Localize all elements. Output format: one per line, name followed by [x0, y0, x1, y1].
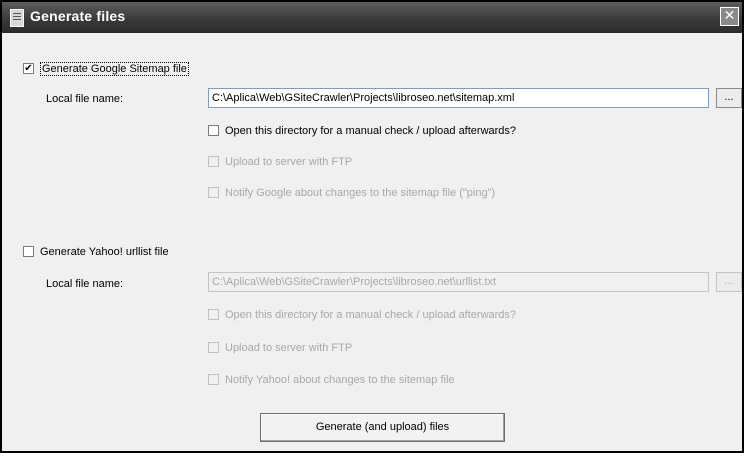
document-icon [10, 9, 24, 27]
google-notify-option: Notify Google about changes to the sitem… [208, 186, 496, 200]
yahoo-ftp-label: Upload to server with FTP [225, 342, 353, 355]
title-bar[interactable]: Generate files ✕ [2, 2, 742, 33]
close-button[interactable]: ✕ [720, 7, 739, 26]
yahoo-urllist-label: Generate Yahoo! urllist file [40, 246, 169, 259]
yahoo-notify-label: Notify Yahoo! about changes to the sitem… [225, 374, 455, 387]
google-open-dir-label: Open this directory for a manual check /… [225, 125, 517, 138]
google-sitemap-checkbox[interactable]: ✔ [23, 62, 34, 74]
google-ftp-option: Upload to server with FTP [208, 155, 353, 169]
yahoo-ftp-option: Upload to server with FTP [208, 341, 353, 355]
google-notify-label: Notify Google about changes to the sitem… [225, 187, 496, 200]
dialog-title: Generate files [30, 8, 126, 24]
yahoo-open-dir-label: Open this directory for a manual check /… [225, 309, 517, 322]
google-open-dir-option[interactable]: Open this directory for a manual check /… [208, 124, 517, 138]
yahoo-urllist-checkbox[interactable] [23, 245, 34, 257]
yahoo-open-dir-option: Open this directory for a manual check /… [208, 308, 517, 322]
google-ftp-label: Upload to server with FTP [225, 156, 353, 169]
yahoo-local-file-label: Local file name: [46, 278, 124, 290]
yahoo-notify-checkbox [208, 373, 219, 385]
google-ftp-checkbox [208, 155, 219, 167]
yahoo-open-dir-checkbox [208, 308, 219, 320]
google-sitemap-option[interactable]: ✔ Generate Google Sitemap file [23, 62, 189, 77]
google-open-dir-checkbox[interactable] [208, 124, 219, 136]
yahoo-browse-button: ... [716, 272, 742, 292]
yahoo-urllist-option[interactable]: Generate Yahoo! urllist file [23, 245, 169, 259]
google-browse-button[interactable]: ... [716, 88, 742, 108]
yahoo-local-file-input: C:\Aplica\Web\GSiteCrawler\Projects\libr… [208, 272, 709, 292]
google-notify-checkbox [208, 186, 219, 198]
yahoo-ftp-checkbox [208, 341, 219, 353]
google-sitemap-label: Generate Google Sitemap file [40, 62, 189, 77]
google-local-file-label: Local file name: [46, 93, 124, 105]
generate-files-dialog: Generate files ✕ ✔ Generate Google Sitema… [0, 0, 744, 453]
generate-files-button[interactable]: Generate (and upload) files [260, 413, 505, 442]
google-local-file-input[interactable]: C:\Aplica\Web\GSiteCrawler\Projects\libr… [208, 88, 709, 108]
yahoo-notify-option: Notify Yahoo! about changes to the sitem… [208, 373, 455, 387]
